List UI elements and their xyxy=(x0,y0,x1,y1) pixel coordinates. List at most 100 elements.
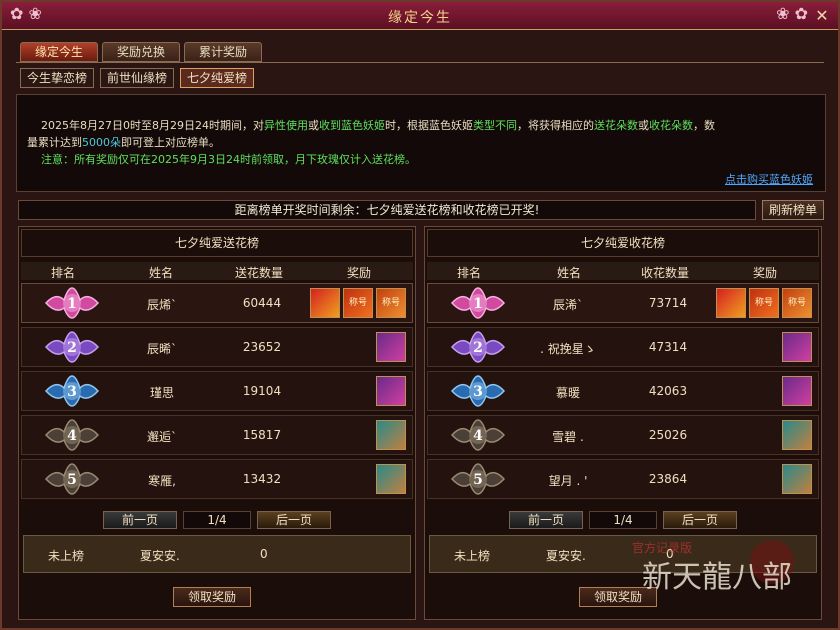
rank-badge-icon: 3 xyxy=(448,374,508,408)
title-card-icon[interactable]: 称号 xyxy=(376,288,406,318)
treasure-chest-icon[interactable] xyxy=(782,420,812,450)
desc-text: 时，根据蓝色妖姬 xyxy=(384,119,473,132)
desc-highlight: 5000朵 xyxy=(82,136,121,149)
purple-chest-icon[interactable] xyxy=(376,332,406,362)
table-row: 1 辰烯` 60444 称号 称号 xyxy=(21,283,413,323)
header-score: 收花数量 xyxy=(641,266,690,280)
player-name: 邂逅` xyxy=(146,430,177,444)
player-name: 慕暖 xyxy=(555,386,580,400)
desc-note: 注意：所有奖励仅可在2025年9月3日24时前领取，月下玫瑰仅计入送花榜。 xyxy=(41,153,416,166)
rank-number: 2 xyxy=(67,340,77,356)
desc-line-2: 量累计达到5000朵即可登上对应榜单。 xyxy=(27,134,817,151)
tab-cumulative-reward[interactable]: 累计奖励 xyxy=(184,42,263,62)
purple-chest-icon[interactable] xyxy=(376,376,406,406)
rank-number: 4 xyxy=(473,428,483,444)
purple-chest-icon[interactable] xyxy=(782,332,812,362)
header-score: 送花数量 xyxy=(235,266,284,280)
tab-yuanding[interactable]: 缘定今生 xyxy=(20,42,99,62)
title-bar: ✿ ❀ 缘定今生 ❀ ✿ ✕ xyxy=(2,2,838,30)
my-rank-row: 未上榜 夏安安. 0 xyxy=(23,535,411,573)
flower-count: 73714 xyxy=(648,296,688,310)
table-row: 5 寒雁, 13432 xyxy=(21,459,413,499)
rank-number: 2 xyxy=(473,340,483,356)
rank-badge-icon: 2 xyxy=(42,330,102,364)
reward-icons xyxy=(376,332,406,362)
page-indicator: 1/4 xyxy=(589,511,657,529)
player-name: 瑾思 xyxy=(149,386,174,400)
refresh-button[interactable]: 刷新榜单 xyxy=(762,200,824,220)
rank-badge-icon: 3 xyxy=(42,374,102,408)
rank-number: 5 xyxy=(67,472,77,488)
page-indicator: 1/4 xyxy=(183,511,251,529)
desc-text: 或 xyxy=(637,119,649,132)
flower-ornament-right-icon: ❀ ✿ xyxy=(776,4,808,23)
gift-box-icon[interactable] xyxy=(310,288,340,318)
desc-highlight: 类型不同 xyxy=(472,119,517,132)
title-card-icon[interactable]: 称号 xyxy=(749,288,779,318)
table-row: 2 辰晞` 23652 xyxy=(21,327,413,367)
rank-number: 1 xyxy=(67,296,77,312)
my-status: 未上榜 xyxy=(48,549,85,563)
tab-qixi[interactable]: 七夕纯爱榜 xyxy=(180,68,255,88)
desc-text: 即可登上对应榜单。 xyxy=(121,136,220,149)
reward-icons xyxy=(782,332,812,362)
table-row: 2 . 祝挽星ゝ 47314 xyxy=(427,327,819,367)
pager: 前一页 1/4 后一页 xyxy=(103,511,331,529)
title-card-icon[interactable]: 称号 xyxy=(343,288,373,318)
next-page-button[interactable]: 后一页 xyxy=(257,511,331,529)
rank-number: 3 xyxy=(473,384,483,400)
player-name: 辰晞` xyxy=(146,342,177,356)
event-window: ✿ ❀ 缘定今生 ❀ ✿ ✕ 缘定今生 奖励兑换 累计奖励 今生挚恋榜 前世仙缘… xyxy=(0,0,840,630)
logo-line-2: 新天龍八部 xyxy=(642,560,792,595)
table-row: 3 瑾思 19104 xyxy=(21,371,413,411)
pager: 前一页 1/4 后一页 xyxy=(509,511,737,529)
table-row: 4 邂逅` 15817 xyxy=(21,415,413,455)
tab-jinsheng[interactable]: 今生挚恋榜 xyxy=(20,68,95,88)
desc-text: 2025年8月27日0时至8月29日24时期间，对 xyxy=(41,119,264,132)
main-tabs: 缘定今生 奖励兑换 累计奖励 xyxy=(20,42,263,62)
prev-page-button[interactable]: 前一页 xyxy=(509,511,583,529)
panel-title: 七夕纯爱送花榜 xyxy=(21,229,413,257)
reward-tag-label: 称号 xyxy=(348,298,367,308)
my-name: 夏安安. xyxy=(140,549,180,563)
header-rank: 排名 xyxy=(51,266,76,280)
table-row: 5 望月 . ' 23864 xyxy=(427,459,819,499)
flower-count: 42063 xyxy=(648,384,688,398)
rank-number: 1 xyxy=(473,296,483,312)
claim-reward-button[interactable]: 领取奖励 xyxy=(173,587,251,607)
table-header: 排名 姓名 收花数量 奖励 xyxy=(427,262,819,280)
flower-count: 13432 xyxy=(242,472,282,486)
purple-chest-icon[interactable] xyxy=(782,376,812,406)
tab-reward-exchange[interactable]: 奖励兑换 xyxy=(102,42,181,62)
event-description: 2025年8月27日0时至8月29日24时期间，对异性使用或收到蓝色妖姬时，根据… xyxy=(16,94,826,192)
player-name: 雪碧 . xyxy=(552,430,584,444)
close-icon[interactable]: ✕ xyxy=(812,6,832,26)
table-row: 1 辰浠` 73714 称号 称号 xyxy=(427,283,819,323)
rank-badge-icon: 4 xyxy=(42,418,102,452)
rank-badge-icon: 5 xyxy=(42,462,102,496)
desc-highlight: 异性使用 xyxy=(263,119,308,132)
my-status: 未上榜 xyxy=(454,549,491,563)
game-logo-watermark: 官方记录版 新天龍八部 xyxy=(632,540,794,595)
logo-line-1: 官方记录版 xyxy=(632,540,692,555)
rank-badge-icon: 1 xyxy=(42,286,102,320)
player-name: 寒雁, xyxy=(148,474,176,488)
rank-number: 3 xyxy=(67,384,77,400)
table-row: 3 慕暖 42063 xyxy=(427,371,819,411)
title-card-icon[interactable]: 称号 xyxy=(782,288,812,318)
player-name: 辰烯` xyxy=(146,298,177,312)
buy-rose-link[interactable]: 点击购买蓝色妖姬 xyxy=(725,171,813,187)
treasure-chest-icon[interactable] xyxy=(376,464,406,494)
flower-count: 60444 xyxy=(242,296,282,310)
sub-tabs: 今生挚恋榜 前世仙缘榜 七夕纯爱榜 xyxy=(20,68,255,88)
header-reward: 奖励 xyxy=(347,266,372,280)
tab-qianshi[interactable]: 前世仙缘榜 xyxy=(100,68,175,88)
gift-box-icon[interactable] xyxy=(716,288,746,318)
treasure-chest-icon[interactable] xyxy=(782,464,812,494)
prev-page-button[interactable]: 前一页 xyxy=(103,511,177,529)
countdown-banner: 距离榜单开奖时间剩余：七夕纯爱送花榜和收花榜已开奖! xyxy=(18,200,756,220)
next-page-button[interactable]: 后一页 xyxy=(663,511,737,529)
reward-icons xyxy=(782,420,812,450)
my-name: 夏安安. xyxy=(546,549,586,563)
treasure-chest-icon[interactable] xyxy=(376,420,406,450)
